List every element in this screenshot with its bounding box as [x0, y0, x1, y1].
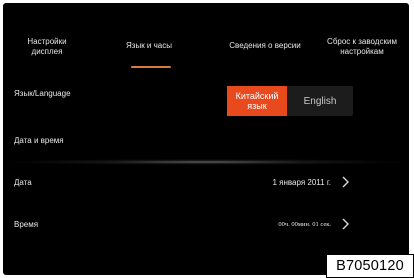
time-row[interactable]: Время 00ч. 00мин. 01 сек.	[3, 214, 409, 236]
language-toggle[interactable]: Китайский язык English	[227, 86, 353, 116]
time-label: Время	[14, 220, 39, 229]
tab-factory-reset[interactable]: Сброс к заводским настройкам	[317, 37, 407, 57]
language-label: Язык/Language	[14, 89, 71, 98]
active-tab-indicator	[131, 66, 171, 68]
tab-bar: Настройки дисплея Язык и часы Сведения о…	[3, 3, 409, 71]
language-option-chinese[interactable]: Китайский язык	[227, 86, 287, 116]
tab-version-info[interactable]: Сведения о версии	[217, 41, 313, 51]
figure-code-label: B7050120	[326, 254, 414, 278]
section-divider	[3, 159, 409, 165]
chevron-right-icon[interactable]	[341, 216, 351, 232]
settings-screen: Настройки дисплея Язык и часы Сведения о…	[3, 3, 409, 275]
datetime-section-label: Дата и время	[14, 136, 64, 145]
tab-language-and-clock[interactable]: Язык и часы	[107, 41, 191, 51]
date-value: 1 января 2011 г.	[272, 178, 331, 187]
chevron-right-icon[interactable]	[341, 174, 351, 190]
date-row[interactable]: Дата 1 января 2011 г.	[3, 172, 409, 194]
tab-display-settings[interactable]: Настройки дисплея	[11, 37, 83, 57]
date-label: Дата	[14, 178, 32, 187]
time-value: 00ч. 00мин. 01 сек.	[278, 221, 331, 228]
language-option-english[interactable]: English	[287, 86, 353, 116]
